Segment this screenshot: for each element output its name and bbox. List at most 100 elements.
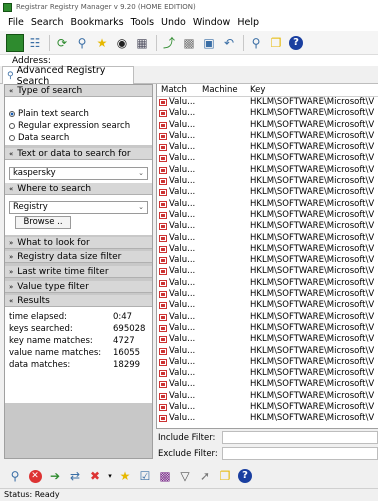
status-bar: Status: Ready [0,488,378,500]
table-row[interactable]: Valu... HKLM\SOFTWARE\Microsoft\V [157,334,378,345]
section-text-or-data[interactable]: «Text or data to search for [5,148,152,160]
table-row[interactable]: Valu... HKLM\SOFTWARE\Microsoft\V [157,368,378,379]
find-icon[interactable]: ⚲ [6,467,24,485]
bookmark-star-icon[interactable]: ★ [116,467,134,485]
browse-button[interactable]: Browse .. [15,216,71,229]
column-header-machine[interactable]: Machine [202,84,238,97]
radio-label: Regular expression search [18,121,131,131]
table-row[interactable]: Valu... HKLM\SOFTWARE\Microsoft\V [157,187,378,198]
table-row[interactable]: Valu... HKLM\SOFTWARE\Microsoft\V [157,266,378,277]
export-results-icon[interactable]: ➔ [46,467,64,485]
windows-icon[interactable]: ❐ [216,467,234,485]
section-value-type-filter[interactable]: » Value type filter [5,281,152,293]
table-row[interactable]: Valu... HKLM\SOFTWARE\Microsoft\V [157,312,378,323]
exclude-filter-label: Exclude Filter: [158,449,218,459]
menu-bookmarks[interactable]: Bookmarks [71,17,124,28]
table-row[interactable]: Valu... HKLM\SOFTWARE\Microsoft\V [157,120,378,131]
network-icon[interactable]: ☷ [26,34,44,52]
table-row[interactable]: Valu... HKLM\SOFTWARE\Microsoft\V [157,402,378,413]
table-row[interactable]: Valu... HKLM\SOFTWARE\Microsoft\V [157,357,378,368]
search-icon[interactable]: ⚲ [73,34,91,52]
table-row[interactable]: Valu... HKLM\SOFTWARE\Microsoft\V [157,255,378,266]
search-text-input[interactable]: kaspersky ⌄ [9,167,148,180]
help-icon[interactable]: ? [236,467,254,485]
save-icon[interactable]: ▩ [156,467,174,485]
section-results[interactable]: «Results [5,295,152,307]
stat-value: 695028 [113,324,146,334]
delete-icon[interactable]: ✖ [86,467,104,485]
cell-key: HKLM\SOFTWARE\Microsoft\V [250,413,375,424]
section-data-size-filter[interactable]: » Registry data size filter [5,251,152,263]
table-row[interactable]: Valu... HKLM\SOFTWARE\Microsoft\V [157,165,378,176]
registry-value-icon [159,313,167,321]
exclude-filter-input[interactable] [222,447,378,460]
cell-key: HKLM\SOFTWARE\Microsoft\V [250,322,375,333]
menu-search[interactable]: Search [31,17,64,28]
table-row[interactable]: Valu... HKLM\SOFTWARE\Microsoft\V [157,97,378,108]
table-row[interactable]: Valu... HKLM\SOFTWARE\Microsoft\V [157,199,378,210]
table-row[interactable]: Valu... HKLM\SOFTWARE\Microsoft\V [157,391,378,402]
section-last-write-filter[interactable]: » Last write time filter [5,266,152,278]
table-row[interactable]: Valu... HKLM\SOFTWARE\Microsoft\V [157,176,378,187]
filter-icon[interactable]: ▽ [176,467,194,485]
table-row[interactable]: Valu... HKLM\SOFTWARE\Microsoft\V [157,289,378,300]
menu-file[interactable]: File [8,17,24,28]
tab-advanced-registry-search[interactable]: ⚲ Advanced Registry Search [2,65,134,87]
radio-plain-text[interactable]: Plain text search [9,109,89,119]
section-what-to-look-for[interactable]: » What to look for [5,237,152,249]
registry-value-icon [159,132,167,140]
table-row[interactable]: Valu... HKLM\SOFTWARE\Microsoft\V [157,300,378,311]
where-select[interactable]: Registry ⌄ [9,201,148,214]
menu-window[interactable]: Window [193,17,230,28]
table-row[interactable]: Valu... HKLM\SOFTWARE\Microsoft\V [157,413,378,424]
registry-tree-icon[interactable] [6,33,24,52]
binoculars-icon[interactable]: ◉ [113,34,131,52]
windows-icon[interactable]: ❐ [267,34,285,52]
column-header-key[interactable]: Key [250,84,265,97]
undo-icon[interactable]: ↶ [220,34,238,52]
checklist-icon[interactable]: ☑ [136,467,154,485]
table-row[interactable]: Valu... HKLM\SOFTWARE\Microsoft\V [157,210,378,221]
export-icon[interactable]: ⤴ [160,34,178,52]
include-filter-input[interactable] [222,431,378,444]
table-row[interactable]: Valu... HKLM\SOFTWARE\Microsoft\V [157,323,378,334]
cell-key: HKLM\SOFTWARE\Microsoft\V [250,289,375,300]
favorites-star-icon[interactable]: ★ [93,34,111,52]
section-where-to-search[interactable]: «Where to search [5,183,152,195]
menu-tools[interactable]: Tools [131,17,154,28]
chevron-down-icon[interactable]: ⌄ [138,202,144,213]
section-type-of-search[interactable]: «Type of search [5,85,152,97]
column-header-match[interactable]: Match [161,84,187,97]
registry-editor-icon[interactable]: ▦ [133,34,151,52]
monitor-icon[interactable]: ▣ [200,34,218,52]
stop-icon[interactable]: ✕ [26,467,44,485]
import-icon[interactable]: ▩ [180,34,198,52]
replace-icon[interactable]: ⇄ [66,467,84,485]
section-title: Text or data to search for [17,149,131,159]
section-title: Type of search [17,86,83,96]
table-row[interactable]: Valu... HKLM\SOFTWARE\Microsoft\V [157,142,378,153]
chevron-down-icon[interactable]: ⌄ [138,168,144,179]
table-row[interactable]: Valu... HKLM\SOFTWARE\Microsoft\V [157,131,378,142]
radio-regular-expression[interactable]: Regular expression search [9,121,130,131]
pin-icon[interactable]: ➚ [196,467,214,485]
table-row[interactable]: Valu... HKLM\SOFTWARE\Microsoft\V [157,233,378,244]
cell-key: HKLM\SOFTWARE\Microsoft\V [250,345,375,356]
section-title: Where to search [17,184,92,194]
refresh-icon[interactable]: ⟳ [53,34,71,52]
find-replace-icon[interactable]: ⚲ [247,34,265,52]
table-row[interactable]: Valu... HKLM\SOFTWARE\Microsoft\V [157,221,378,232]
table-row[interactable]: Valu... HKLM\SOFTWARE\Microsoft\V [157,346,378,357]
table-row[interactable]: Valu... HKLM\SOFTWARE\Microsoft\V [157,153,378,164]
table-row[interactable]: Valu... HKLM\SOFTWARE\Microsoft\V [157,379,378,390]
radio-unchecked-icon [9,123,15,129]
menu-help[interactable]: Help [237,17,259,28]
table-row[interactable]: Valu... HKLM\SOFTWARE\Microsoft\V [157,108,378,119]
help-icon[interactable]: ? [287,34,305,52]
radio-data-search[interactable]: Data search [9,133,69,143]
dropdown-arrow-icon[interactable]: ▾ [106,467,114,485]
table-row[interactable]: Valu... HKLM\SOFTWARE\Microsoft\V [157,244,378,255]
cell-key: HKLM\SOFTWARE\Microsoft\V [250,198,375,209]
table-row[interactable]: Valu... HKLM\SOFTWARE\Microsoft\V [157,278,378,289]
menu-undo[interactable]: Undo [161,17,186,28]
